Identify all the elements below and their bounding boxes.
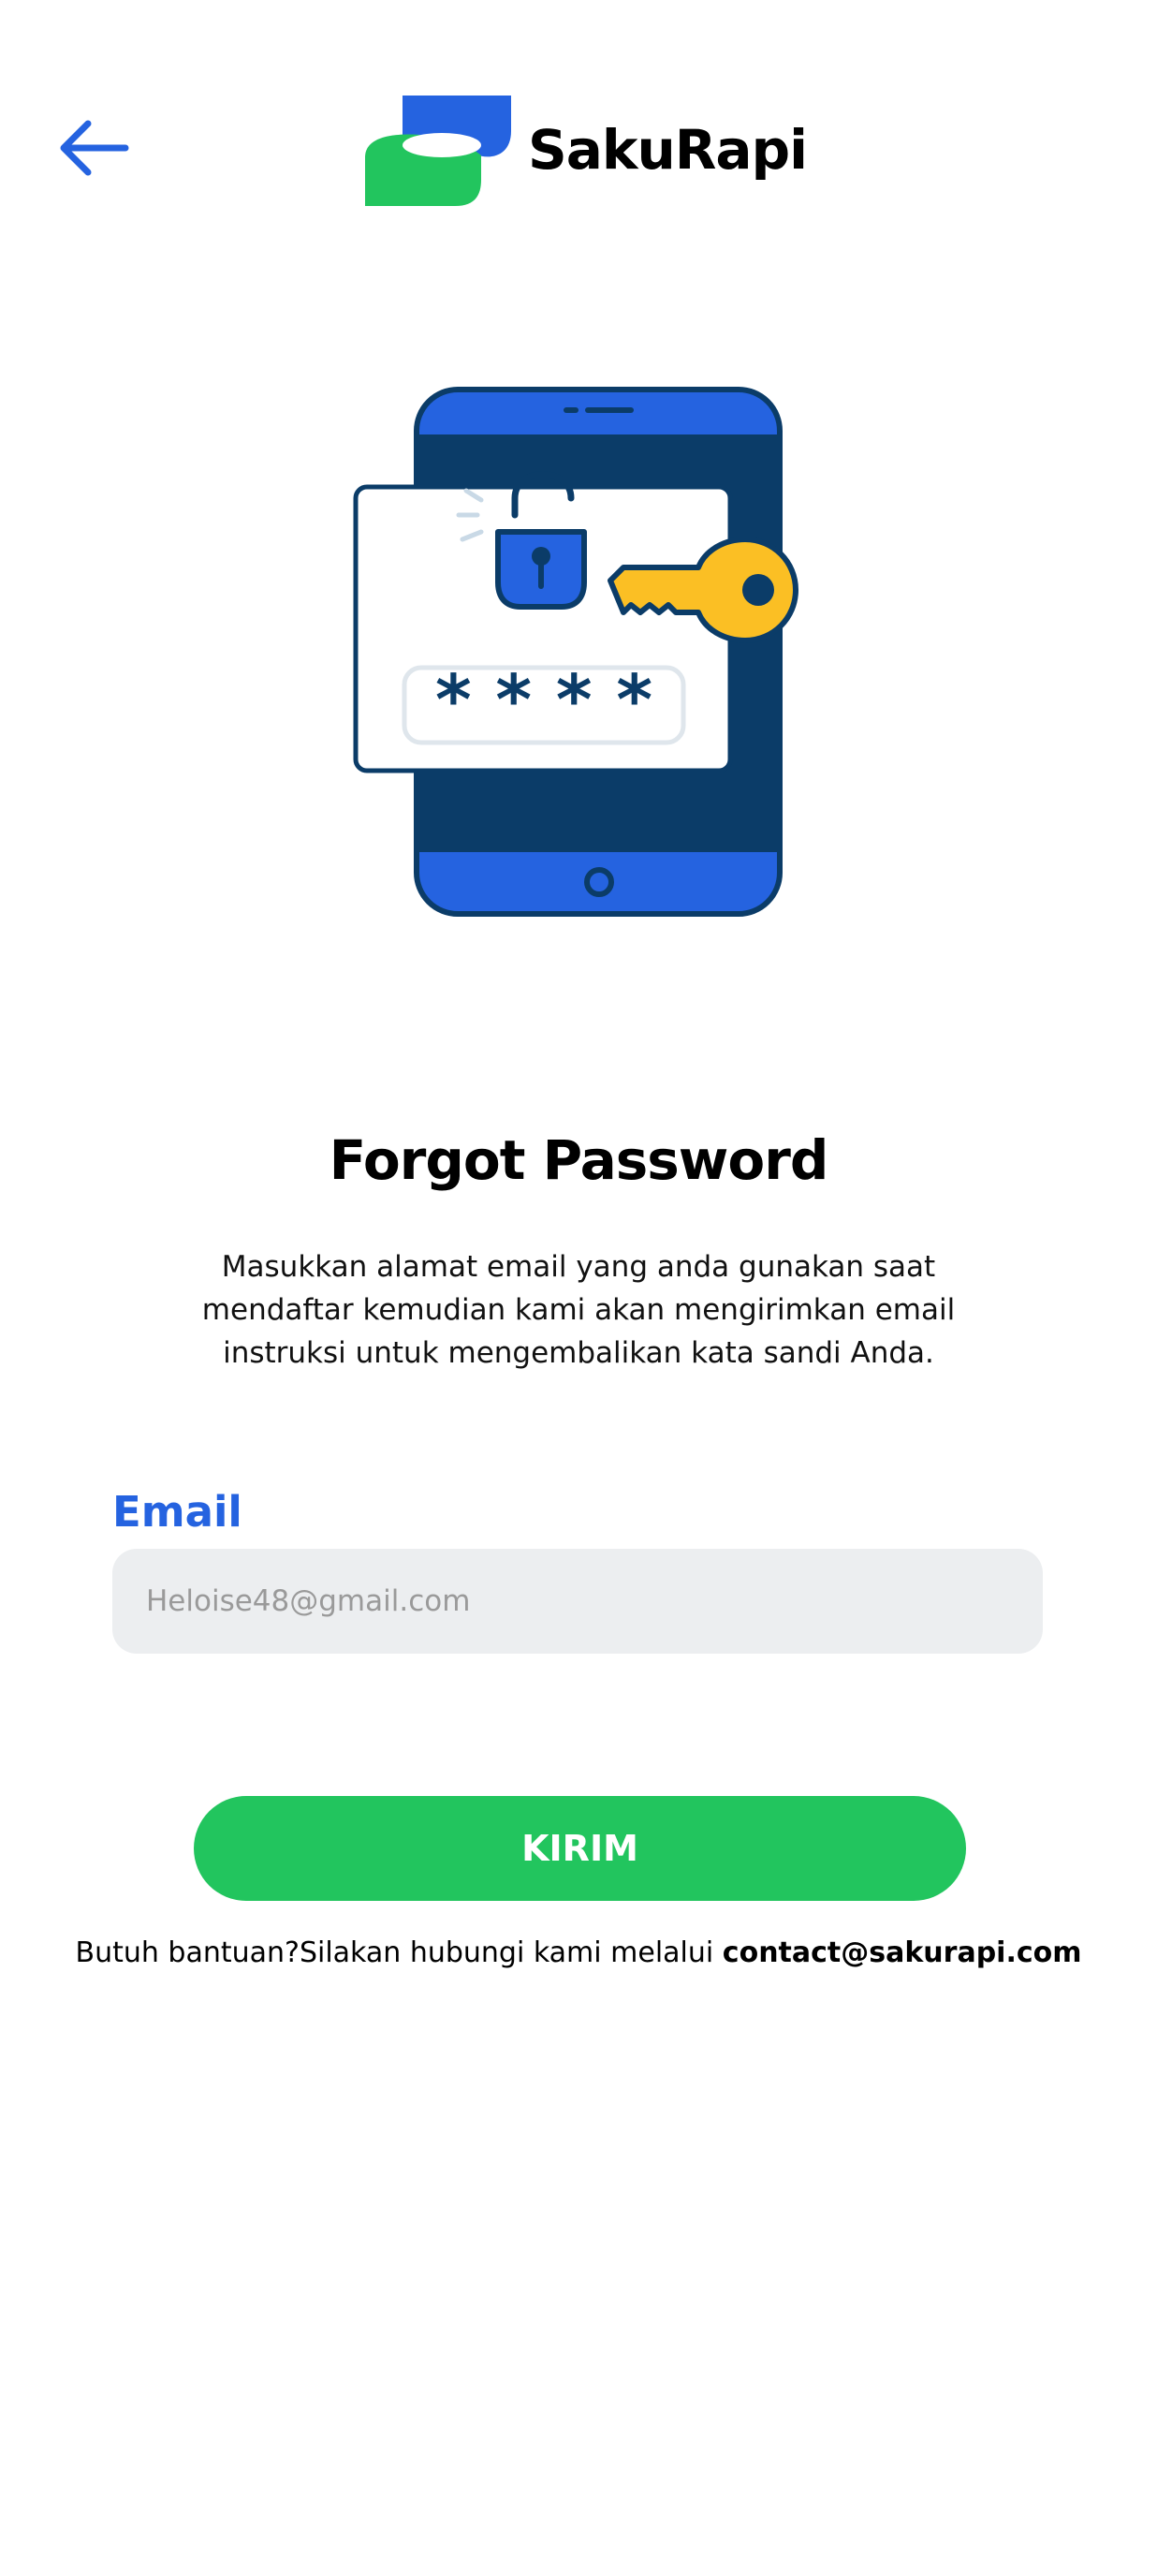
password-mask: * * * * [435, 660, 652, 741]
contact-email-link[interactable]: contact@sakurapi.com [723, 1936, 1082, 1969]
help-message: Butuh bantuan?Silakan hubungi kami melal… [75, 1936, 714, 1969]
instructions-line: mendaftar kemudian kami akan mengirimkan… [201, 1293, 956, 1327]
instructions-text: Masukkan alamat email yang anda gunakan … [150, 1245, 1007, 1375]
sakurapi-logo-icon [365, 96, 511, 206]
back-button[interactable] [56, 109, 150, 187]
email-field[interactable] [112, 1549, 1043, 1654]
submit-button[interactable]: KIRIM [194, 1796, 966, 1901]
instructions-line: Masukkan alamat email yang anda gunakan … [221, 1250, 936, 1284]
email-label: Email [112, 1487, 242, 1537]
help-text: Butuh bantuan?Silakan hubungi kami melal… [0, 1936, 1157, 1969]
arrow-left-icon [60, 120, 129, 176]
brand-logo: SakuRapi [365, 90, 808, 210]
instructions-line: instruksi untuk mengembalikan kata sandi… [223, 1336, 934, 1370]
brand-name: SakuRapi [528, 118, 808, 182]
page-title: Forgot Password [329, 1128, 829, 1192]
phone-unlock-key-illustration: * * * * [353, 387, 798, 917]
